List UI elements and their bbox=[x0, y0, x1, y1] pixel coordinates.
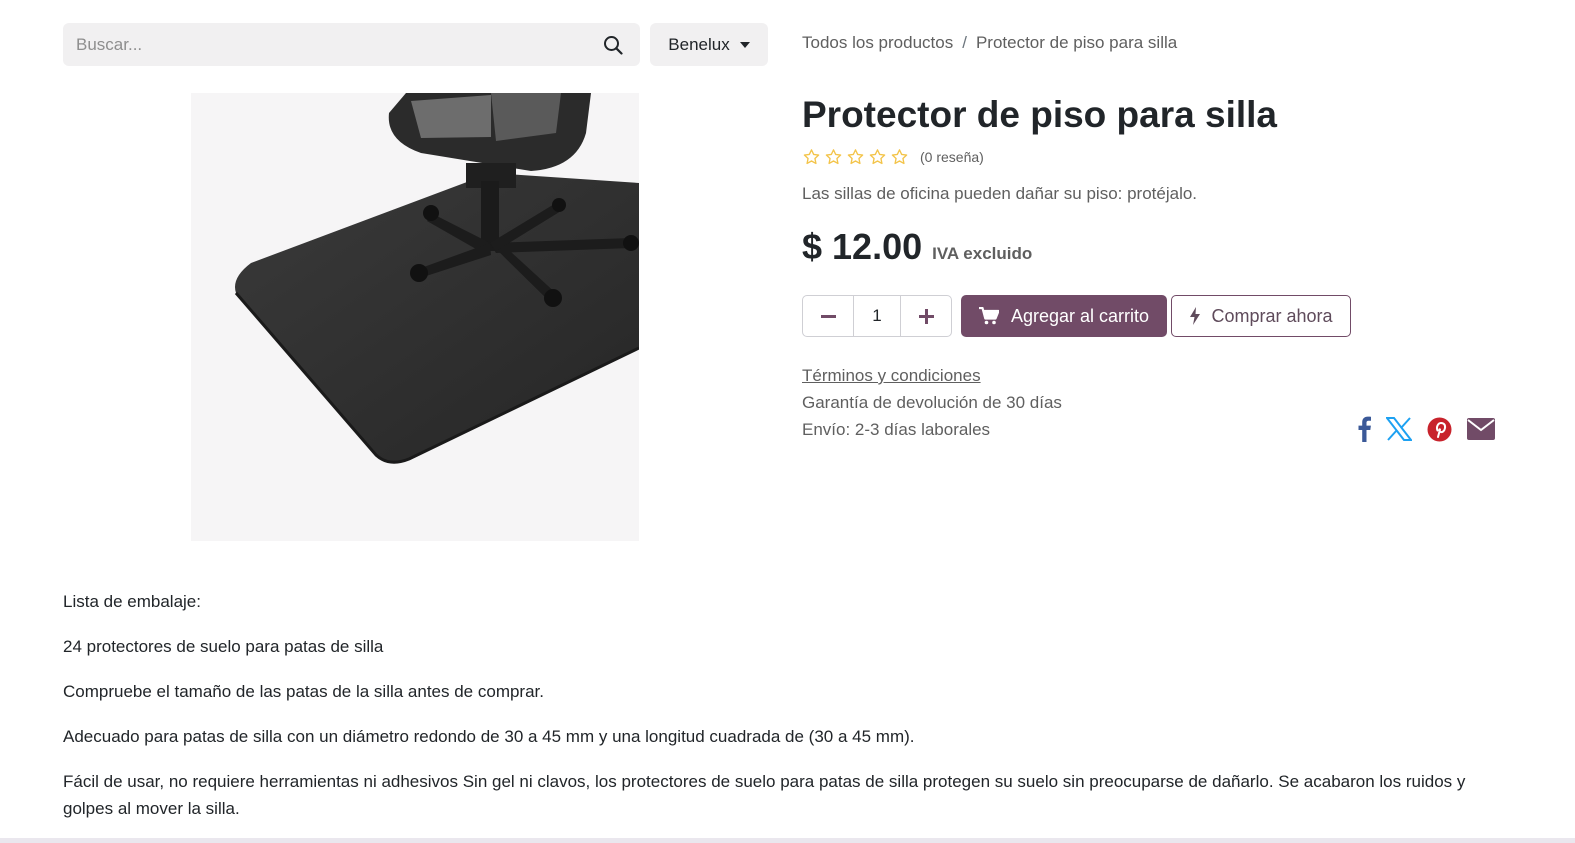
description-paragraph: Fácil de usar, no requiere herramientas … bbox=[63, 772, 1466, 818]
search-button[interactable] bbox=[586, 23, 640, 66]
bolt-icon bbox=[1190, 307, 1201, 325]
plus-icon bbox=[918, 308, 934, 324]
increase-quantity-button[interactable] bbox=[901, 296, 951, 336]
rating-stars bbox=[802, 148, 909, 166]
star-empty-icon bbox=[869, 149, 886, 165]
description-paragraph: Lista de embalaje: bbox=[63, 592, 201, 611]
page-bottom-divider bbox=[0, 838, 1575, 843]
search-icon bbox=[604, 35, 623, 55]
star-empty-icon bbox=[825, 149, 842, 165]
breadcrumb: Todos los productos / Protector de piso … bbox=[802, 33, 1177, 53]
breadcrumb-separator: / bbox=[962, 33, 967, 52]
chair-mat-illustration bbox=[234, 93, 639, 464]
share-x-button[interactable] bbox=[1386, 417, 1412, 441]
search-input[interactable] bbox=[63, 23, 586, 66]
description-paragraph: 24 protectores de suelo para patas de si… bbox=[63, 637, 384, 656]
product-page: Benelux Todos los productos / Protector … bbox=[0, 0, 1575, 843]
pricelist-label: Benelux bbox=[668, 34, 730, 54]
pinterest-icon bbox=[1427, 417, 1452, 441]
search-bar bbox=[63, 23, 640, 66]
product-subtitle: Las sillas de oficina pueden dañar su pi… bbox=[802, 184, 1198, 203]
shipping-text: Envío: 2-3 días laborales bbox=[802, 420, 991, 439]
minus-icon bbox=[820, 314, 836, 318]
description-paragraph: Compruebe el tamaño de las patas de la s… bbox=[63, 682, 544, 701]
share-facebook-button[interactable] bbox=[1358, 416, 1371, 442]
buy-now-button[interactable]: Comprar ahora bbox=[1171, 295, 1351, 337]
buy-now-label: Comprar ahora bbox=[1211, 305, 1333, 326]
product-rating[interactable]: (0 reseña) bbox=[802, 148, 984, 166]
quantity-stepper bbox=[802, 295, 952, 337]
pricelist-dropdown[interactable]: Benelux bbox=[650, 23, 768, 66]
price-row: $ 12.00 IVA excluido bbox=[802, 226, 1032, 268]
chevron-down-icon bbox=[739, 42, 750, 48]
terms-link[interactable]: Términos y condiciones bbox=[802, 366, 981, 386]
product-price: $ 12.00 bbox=[802, 226, 923, 267]
tax-note: IVA excluido bbox=[932, 244, 1033, 263]
review-count: (0 reseña) bbox=[920, 149, 984, 165]
quantity-input[interactable] bbox=[853, 296, 901, 336]
description-paragraph: Adecuado para patas de silla con un diám… bbox=[63, 727, 915, 746]
decrease-quantity-button[interactable] bbox=[803, 296, 853, 336]
shopping-cart-icon bbox=[978, 307, 999, 325]
guarantee-text: Garantía de devolución de 30 días bbox=[802, 393, 1062, 412]
add-to-cart-label: Agregar al carrito bbox=[1010, 305, 1150, 326]
product-image[interactable] bbox=[191, 93, 639, 541]
star-empty-icon bbox=[891, 149, 908, 165]
star-empty-icon bbox=[803, 149, 820, 165]
product-description: Lista de embalaje: 24 protectores de sue… bbox=[63, 588, 1513, 840]
add-to-cart-button[interactable]: Agregar al carrito bbox=[961, 295, 1167, 337]
x-twitter-icon bbox=[1386, 417, 1412, 441]
facebook-icon bbox=[1358, 416, 1371, 442]
share-buttons bbox=[1358, 416, 1495, 442]
share-email-button[interactable] bbox=[1467, 418, 1495, 440]
share-pinterest-button[interactable] bbox=[1427, 417, 1452, 442]
star-empty-icon bbox=[847, 149, 864, 165]
breadcrumb-all-products[interactable]: Todos los productos bbox=[802, 33, 953, 53]
breadcrumb-current: Protector de piso para silla bbox=[975, 33, 1178, 52]
product-title: Protector de piso para silla bbox=[802, 94, 1277, 135]
envelope-icon bbox=[1467, 418, 1495, 440]
